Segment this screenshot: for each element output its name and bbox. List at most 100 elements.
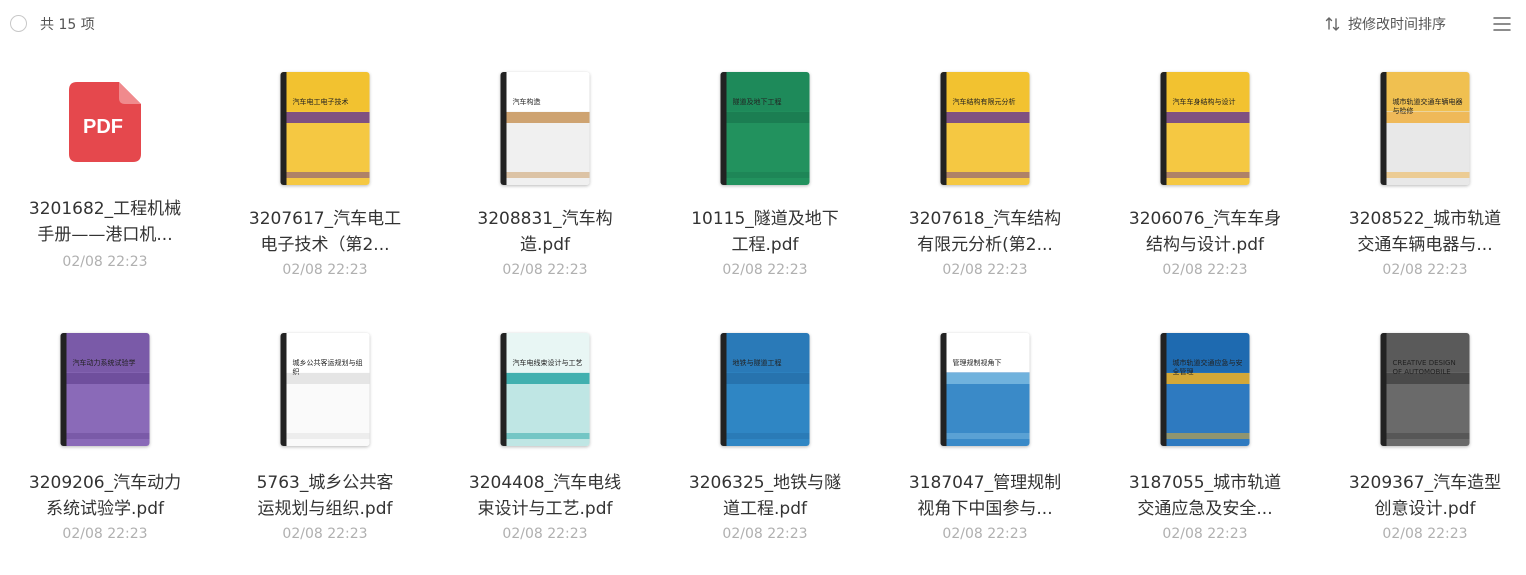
file-modified-date: 02/08 22:23 [1162,526,1248,542]
file-name-line-1: 3201682_工程机械 [28,199,182,219]
file-modified-date: 02/08 22:23 [502,262,588,278]
cover-title: 汽车电工电子技术 [292,98,349,106]
item-count-label: 共 15 项 [40,17,95,33]
select-all-checkbox[interactable] [10,15,27,32]
sort-label: 按修改时间排序 [1348,17,1446,33]
file-name-line-2: 有限元分析(第2... [917,235,1053,255]
file-item[interactable]: 汽车动力系统试验学 3209206_汽车动力 系统试验学.pdf 02/08 22:2… [15,322,195,562]
list-menu-icon [1492,17,1512,38]
cover-title: CREATIVE DESIGN OF AUTOMOBILE [1392,359,1456,376]
book-cover-thumbnail: 汽车结构有限元分析 [940,72,1030,185]
book-cover-thumbnail: 隧道及地下工程 [720,72,810,185]
file-name-line-1: 3208522_城市轨道 [1348,209,1502,229]
file-modified-date: 02/08 22:23 [282,262,368,278]
file-name-line-1: 10115_隧道及地下 [691,209,839,229]
file-name: 3208831_汽车构 造.pdf [455,206,635,258]
file-modified-date: 02/08 22:23 [1162,262,1248,278]
file-name: 3206076_汽车车身 结构与设计.pdf [1115,206,1295,258]
cover-title: 汽车构造 [512,98,541,106]
file-name: 3204408_汽车电线 束设计与工艺.pdf [455,470,635,522]
cover-title: 隧道及地下工程 [732,98,782,106]
file-item[interactable]: 汽车电线束设计与工艺 3204408_汽车电线 束设计与工艺.pdf 02/08 22… [455,322,635,562]
file-name-line-2: 造.pdf [520,235,570,255]
file-item[interactable]: CREATIVE DESIGN OF AUTOMOBILE 3209367_汽车造… [1335,322,1515,562]
file-name: 10115_隧道及地下 工程.pdf [675,206,855,258]
file-name-line-1: 5763_城乡公共客 [256,473,394,493]
file-modified-date: 02/08 22:23 [942,526,1028,542]
view-menu-button[interactable] [1492,14,1512,34]
file-item[interactable]: 管理规制视角下 3187047_管理规制 视角下中国参与... 02/08 22:23 [895,322,1075,562]
file-item[interactable]: 城市轨道交通应急与安全管理 3187055_城市轨道 交通应急及安全... 02/08… [1115,322,1295,562]
file-name-line-2: 结构与设计.pdf [1146,235,1264,255]
file-name: 3206325_地铁与隧 道工程.pdf [675,470,855,522]
file-name-line-1: 3187055_城市轨道 [1128,473,1282,493]
file-name: 3207618_汽车结构 有限元分析(第2... [895,206,1075,258]
cover-title: 城乡公共客运规划与组织 [292,359,363,376]
file-name-line-2: 束设计与工艺.pdf [477,499,613,519]
file-name: 3209206_汽车动力 系统试验学.pdf [15,470,195,522]
book-cover-thumbnail: 汽车车身结构与设计 [1160,72,1250,185]
pdf-file-icon: PDF [67,80,143,168]
file-item[interactable]: 隧道及地下工程 10115_隧道及地下 工程.pdf 02/08 22:23 [675,60,855,300]
book-cover-thumbnail: 地铁与隧道工程 [720,333,810,446]
file-item[interactable]: 城市轨道交通车辆电器与检修 3208522_城市轨道 交通车辆电器与... 02/08… [1335,60,1515,300]
cover-title: 汽车结构有限元分析 [952,98,1016,106]
file-name-line-1: 3207617_汽车电工 [248,209,402,229]
book-cover-thumbnail: 管理规制视角下 [940,333,1030,446]
file-modified-date: 02/08 22:23 [62,254,148,270]
file-name-line-1: 3206076_汽车车身 [1128,209,1282,229]
file-modified-date: 02/08 22:23 [282,526,368,542]
file-name-line-2: 系统试验学.pdf [46,499,164,519]
cover-title: 城市轨道交通应急与安全管理 [1172,359,1243,376]
svg-text:PDF: PDF [83,116,123,138]
book-cover-thumbnail: 汽车电线束设计与工艺 [500,333,590,446]
file-name-line-1: 3204408_汽车电线 [468,473,622,493]
file-name-line-2: 交通应急及安全... [1137,499,1273,519]
file-modified-date: 02/08 22:23 [62,526,148,542]
file-name-line-1: 3208831_汽车构 [477,209,613,229]
file-name: 5763_城乡公共客 运规划与组织.pdf [235,470,415,522]
file-item[interactable]: PDF 3201682_工程机械 手册——港口机... 02/08 22:23 [15,60,195,300]
toolbar: 共 15 项 按修改时间排序 [0,0,1526,48]
file-name: 3187055_城市轨道 交通应急及安全... [1115,470,1295,522]
file-name-line-2: 手册——港口机... [37,225,173,245]
cover-title: 汽车电线束设计与工艺 [512,359,583,367]
sort-button[interactable]: 按修改时间排序 [1324,12,1446,36]
file-item[interactable]: 汽车电工电子技术 3207617_汽车电工 电子技术（第2... 02/08 22:2… [235,60,415,300]
file-name-line-2: 运规划与组织.pdf [257,499,393,519]
file-modified-date: 02/08 22:23 [722,526,808,542]
file-name: 3207617_汽车电工 电子技术（第2... [235,206,415,258]
book-cover-thumbnail: 汽车动力系统试验学 [60,333,150,446]
file-modified-date: 02/08 22:23 [722,262,808,278]
book-cover-thumbnail: CREATIVE DESIGN OF AUTOMOBILE [1380,333,1470,446]
file-modified-date: 02/08 22:23 [1382,262,1468,278]
book-cover-thumbnail: 汽车构造 [500,72,590,185]
file-modified-date: 02/08 22:23 [502,526,588,542]
cover-title: 汽车车身结构与设计 [1172,98,1236,106]
sort-icon [1324,15,1342,33]
file-modified-date: 02/08 22:23 [1382,526,1468,542]
file-name-line-1: 3209206_汽车动力 [28,473,182,493]
file-item[interactable]: 汽车车身结构与设计 3206076_汽车车身 结构与设计.pdf 02/08 22:2… [1115,60,1295,300]
file-name-line-2: 道工程.pdf [723,499,807,519]
file-name: 3187047_管理规制 视角下中国参与... [895,470,1075,522]
cover-title: 管理规制视角下 [952,359,1002,367]
file-modified-date: 02/08 22:23 [942,262,1028,278]
file-item[interactable]: 汽车结构有限元分析 3207618_汽车结构 有限元分析(第2... 02/08 22… [895,60,1075,300]
file-item[interactable]: 汽车构造 3208831_汽车构 造.pdf 02/08 22:23 [455,60,635,300]
file-name: 3208522_城市轨道 交通车辆电器与... [1335,206,1515,258]
book-cover-thumbnail: 城市轨道交通车辆电器与检修 [1380,72,1470,185]
file-name: 3209367_汽车造型 创意设计.pdf [1335,470,1515,522]
file-item[interactable]: 地铁与隧道工程 3206325_地铁与隧 道工程.pdf 02/08 22:23 [675,322,855,562]
file-name-line-2: 交通车辆电器与... [1357,235,1493,255]
cover-title: 汽车动力系统试验学 [72,359,136,367]
file-name-line-2: 工程.pdf [731,235,799,255]
file-name-line-1: 3206325_地铁与隧 [688,473,842,493]
file-item[interactable]: 城乡公共客运规划与组织 5763_城乡公共客 运规划与组织.pdf 02/08 22:… [235,322,415,562]
cover-title: 地铁与隧道工程 [732,359,782,367]
file-name-line-2: 视角下中国参与... [917,499,1053,519]
file-name-line-2: 电子技术（第2... [260,235,390,255]
file-name-line-1: 3209367_汽车造型 [1348,473,1502,493]
book-cover-thumbnail: 汽车电工电子技术 [280,72,370,185]
file-name-line-1: 3207618_汽车结构 [908,209,1062,229]
